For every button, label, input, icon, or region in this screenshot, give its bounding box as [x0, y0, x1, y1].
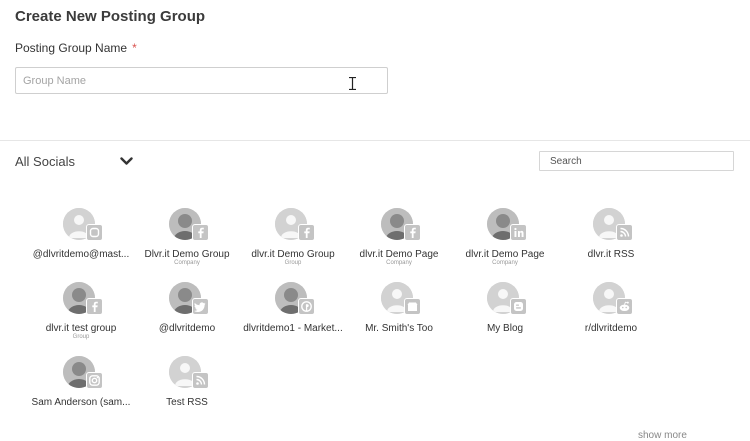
google-business-icon	[404, 298, 421, 315]
text-cursor-icon	[349, 77, 356, 90]
social-account-name: dlvr.it Demo Page	[359, 249, 439, 260]
reddit-icon	[616, 298, 633, 315]
group-name-input[interactable]	[15, 67, 388, 94]
facebook-icon	[192, 224, 209, 241]
rss-icon	[192, 372, 209, 389]
group-name-label-text: Posting Group Name	[15, 41, 128, 55]
social-account-name: dlvr.it Demo Page	[465, 249, 545, 260]
facebook-icon	[298, 224, 315, 241]
rss-icon	[616, 224, 633, 241]
social-account-name: Test RSS	[166, 397, 208, 408]
social-account-name: dlvr.it Demo Group	[251, 249, 335, 260]
social-account-card[interactable]: r/dlvritdemo	[556, 282, 666, 352]
social-account-type: Company	[174, 260, 200, 266]
twitter-icon	[192, 298, 209, 315]
social-account-card[interactable]: dlvr.it Demo Group Group	[238, 208, 348, 278]
search-input[interactable]	[539, 151, 734, 171]
social-account-name: My Blog	[486, 323, 524, 334]
social-account-name: Dlvr.it Demo Group	[144, 249, 230, 260]
social-account-card[interactable]: Sam Anderson (sam...	[26, 356, 136, 426]
social-account-card[interactable]: dlvr.it RSS	[556, 208, 666, 278]
socials-filter-label: All Socials	[15, 154, 75, 169]
social-account-name: dlvr.it RSS	[587, 249, 635, 260]
social-account-name: Mr. Smith's Too	[365, 323, 433, 334]
social-account-type: Group	[72, 334, 90, 340]
social-account-card[interactable]: @dlvritdemo@mast...	[26, 208, 136, 278]
blogger-icon	[510, 298, 527, 315]
chevron-down-icon	[120, 157, 133, 165]
group-name-label: Posting Group Name *	[15, 41, 137, 55]
page-title: Create New Posting Group	[15, 8, 206, 25]
facebook-icon	[404, 224, 421, 241]
social-account-name: @dlvritdemo	[158, 323, 216, 334]
linkedin-icon	[510, 224, 527, 241]
show-more-link[interactable]: show more	[638, 430, 687, 441]
instagram-icon	[86, 372, 103, 389]
social-account-type: Group	[284, 260, 302, 266]
social-account-card[interactable]: dlvritdemo1 - Market...	[238, 282, 348, 352]
required-mark: *	[132, 41, 137, 55]
social-account-type: Company	[386, 260, 412, 266]
social-account-card[interactable]: dlvr.it Demo Page Company	[344, 208, 454, 278]
social-account-type: Company	[492, 260, 518, 266]
social-account-card[interactable]: Dlvr.it Demo Group Company	[132, 208, 242, 278]
social-account-name: r/dlvritdemo	[584, 323, 638, 334]
social-account-card[interactable]: Mr. Smith's Too	[344, 282, 454, 352]
social-account-card[interactable]: @dlvritdemo	[132, 282, 242, 352]
section-divider	[0, 140, 750, 141]
pinterest-icon	[298, 298, 315, 315]
social-account-name: dlvritdemo1 - Market...	[243, 323, 343, 334]
facebook-icon	[86, 298, 103, 315]
social-account-card[interactable]: dlvr.it test group Group	[26, 282, 136, 352]
social-account-card[interactable]: dlvr.it Demo Page Company	[450, 208, 560, 278]
social-account-name: Sam Anderson (sam...	[31, 397, 131, 408]
socials-filter-dropdown[interactable]: All Socials	[15, 153, 135, 171]
mastodon-icon	[86, 224, 103, 241]
social-account-name: dlvr.it test group	[45, 323, 117, 334]
social-account-card[interactable]: Test RSS	[132, 356, 242, 426]
social-account-card[interactable]: My Blog	[450, 282, 560, 352]
social-account-name: @dlvritdemo@mast...	[32, 249, 130, 260]
